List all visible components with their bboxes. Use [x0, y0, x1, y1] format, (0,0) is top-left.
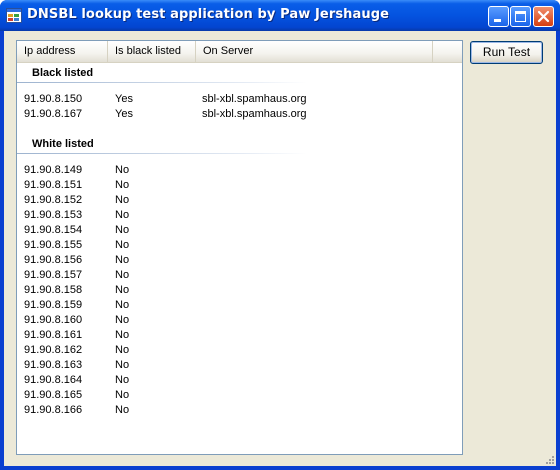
- column-header-ip-address[interactable]: Ip address: [17, 41, 108, 62]
- cell-ip-address: 91.90.8.157: [24, 269, 83, 281]
- cell-ip-address: 91.90.8.151: [24, 179, 83, 191]
- cell-is-black-listed: No: [115, 314, 130, 326]
- cell-is-black-listed: Yes: [115, 108, 133, 120]
- cell-on-server: sbl-xbl.spamhaus.org: [202, 93, 307, 105]
- cell-is-black-listed: No: [115, 194, 130, 206]
- list-item[interactable]: 91.90.8.154 No: [17, 223, 462, 238]
- minimize-icon: [494, 19, 501, 22]
- cell-ip-address: 91.90.8.149: [24, 164, 83, 176]
- list-item[interactable]: 91.90.8.152 No: [17, 193, 462, 208]
- list-item[interactable]: 91.90.8.153 No: [17, 208, 462, 223]
- cell-ip-address: 91.90.8.166: [24, 404, 83, 416]
- column-header-is-black-listed[interactable]: Is black listed: [108, 41, 196, 62]
- list-item[interactable]: 91.90.8.165 No: [17, 388, 462, 403]
- run-test-button[interactable]: Run Test: [470, 41, 543, 64]
- app-window-icon[interactable]: [6, 8, 22, 23]
- group-divider: [17, 153, 307, 154]
- results-list-view[interactable]: Ip address Is black listed On Server Bla…: [16, 40, 463, 455]
- list-item[interactable]: 91.90.8.160 No: [17, 313, 462, 328]
- cell-ip-address: 91.90.8.163: [24, 359, 83, 371]
- list-item[interactable]: 91.90.8.155 No: [17, 238, 462, 253]
- cell-is-black-listed: No: [115, 239, 130, 251]
- group-header[interactable]: White listed: [17, 136, 332, 152]
- title-bar[interactable]: DNSBL lookup test application by Paw Jer…: [0, 0, 560, 31]
- cell-is-black-listed: No: [115, 284, 130, 296]
- list-item[interactable]: 91.90.8.167 Yes sbl-xbl.spamhaus.org: [17, 107, 462, 122]
- cell-ip-address: 91.90.8.164: [24, 374, 83, 386]
- cell-is-black-listed: No: [115, 329, 130, 341]
- list-item[interactable]: 91.90.8.161 No: [17, 328, 462, 343]
- cell-is-black-listed: No: [115, 254, 130, 266]
- list-item[interactable]: 91.90.8.159 No: [17, 298, 462, 313]
- cell-is-black-listed: No: [115, 374, 130, 386]
- minimize-button[interactable]: [488, 6, 509, 27]
- cell-ip-address: 91.90.8.158: [24, 284, 83, 296]
- list-item[interactable]: 91.90.8.164 No: [17, 373, 462, 388]
- cell-ip-address: 91.90.8.162: [24, 344, 83, 356]
- list-item[interactable]: 91.90.8.156 No: [17, 253, 462, 268]
- close-icon: [537, 10, 550, 23]
- cell-is-black-listed: No: [115, 344, 130, 356]
- maximize-icon: [515, 11, 526, 22]
- cell-ip-address: 91.90.8.165: [24, 389, 83, 401]
- window-title: DNSBL lookup test application by Paw Jer…: [27, 7, 390, 22]
- cell-ip-address: 91.90.8.160: [24, 314, 83, 326]
- maximize-button[interactable]: [510, 6, 531, 27]
- list-item[interactable]: 91.90.8.163 No: [17, 358, 462, 373]
- group-header[interactable]: Black listed: [17, 65, 332, 81]
- cell-is-black-listed: No: [115, 179, 130, 191]
- cell-ip-address: 91.90.8.152: [24, 194, 83, 206]
- list-item[interactable]: 91.90.8.158 No: [17, 283, 462, 298]
- cell-is-black-listed: No: [115, 164, 130, 176]
- cell-ip-address: 91.90.8.155: [24, 239, 83, 251]
- client-area: Ip address Is black listed On Server Bla…: [4, 31, 556, 466]
- column-header-filler: [433, 41, 462, 62]
- cell-ip-address: 91.90.8.154: [24, 224, 83, 236]
- size-grip-icon[interactable]: [543, 453, 555, 465]
- cell-is-black-listed: Yes: [115, 93, 133, 105]
- cell-ip-address: 91.90.8.161: [24, 329, 83, 341]
- column-header-on-server[interactable]: On Server: [196, 41, 433, 62]
- list-item[interactable]: 91.90.8.149 No: [17, 163, 462, 178]
- cell-is-black-listed: No: [115, 404, 130, 416]
- cell-ip-address: 91.90.8.156: [24, 254, 83, 266]
- close-button[interactable]: [533, 6, 554, 27]
- cell-is-black-listed: No: [115, 359, 130, 371]
- list-item[interactable]: 91.90.8.162 No: [17, 343, 462, 358]
- cell-is-black-listed: No: [115, 269, 130, 281]
- cell-ip-address: 91.90.8.150: [24, 93, 83, 105]
- list-header: Ip address Is black listed On Server: [17, 41, 462, 63]
- app-window: DNSBL lookup test application by Paw Jer…: [0, 0, 560, 470]
- list-item[interactable]: 91.90.8.150 Yes sbl-xbl.spamhaus.org: [17, 92, 462, 107]
- cell-is-black-listed: No: [115, 389, 130, 401]
- cell-is-black-listed: No: [115, 299, 130, 311]
- cell-is-black-listed: No: [115, 224, 130, 236]
- cell-ip-address: 91.90.8.167: [24, 108, 83, 120]
- cell-on-server: sbl-xbl.spamhaus.org: [202, 108, 307, 120]
- list-item[interactable]: 91.90.8.157 No: [17, 268, 462, 283]
- list-item[interactable]: 91.90.8.151 No: [17, 178, 462, 193]
- cell-is-black-listed: No: [115, 209, 130, 221]
- cell-ip-address: 91.90.8.153: [24, 209, 83, 221]
- group-divider: [17, 82, 307, 83]
- cell-ip-address: 91.90.8.159: [24, 299, 83, 311]
- list-item[interactable]: 91.90.8.166 No: [17, 403, 462, 418]
